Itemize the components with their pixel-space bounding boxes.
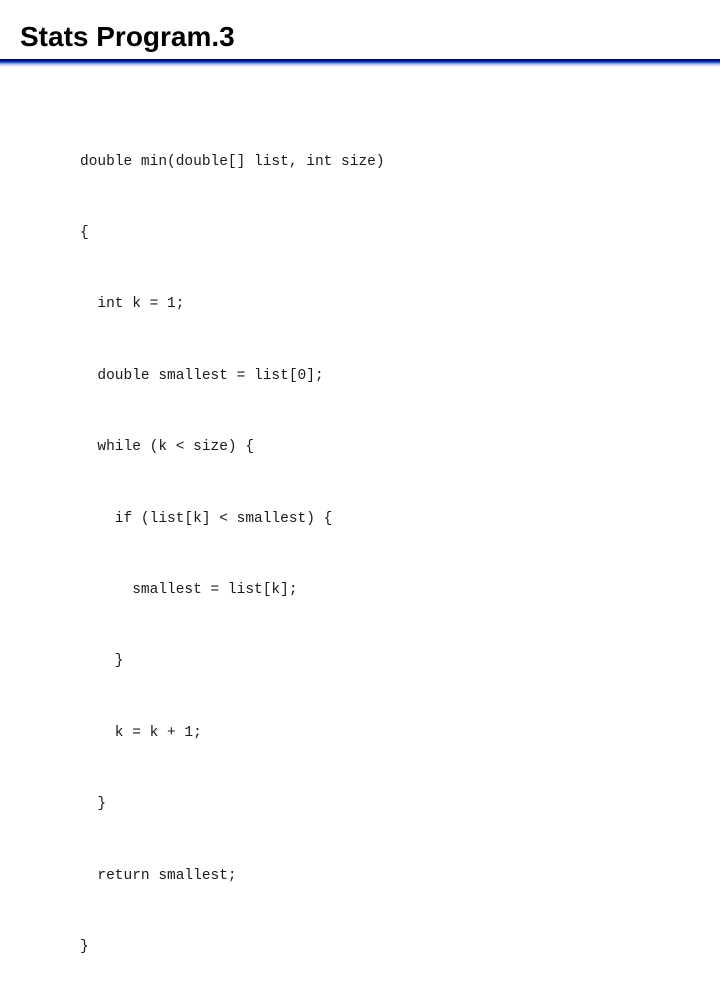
code-line-function-signature: double min(double[] list, int size) bbox=[80, 153, 385, 170]
code-line-init-smallest: double smallest = list[0]; bbox=[80, 367, 324, 384]
code-line-assign-smallest: smallest = list[k]; bbox=[80, 581, 298, 598]
code-line-close-while: } bbox=[80, 796, 107, 813]
slide-title: Stats Program.3 bbox=[20, 21, 235, 52]
code-line-open-brace: { bbox=[80, 224, 89, 241]
code-line-close-if: } bbox=[80, 653, 124, 670]
code-block: double min(double[] list, int size) { in… bbox=[80, 103, 385, 983]
code-line-close-function: } bbox=[80, 938, 89, 955]
code-line-increment-k: k = k + 1; bbox=[80, 724, 202, 741]
title-underline-divider bbox=[0, 59, 720, 67]
code-line-if: if (list[k] < smallest) { bbox=[80, 510, 333, 527]
code-line-init-k: int k = 1; bbox=[80, 296, 185, 313]
code-line-return: return smallest; bbox=[80, 867, 237, 884]
code-line-while: while (k < size) { bbox=[80, 439, 255, 456]
